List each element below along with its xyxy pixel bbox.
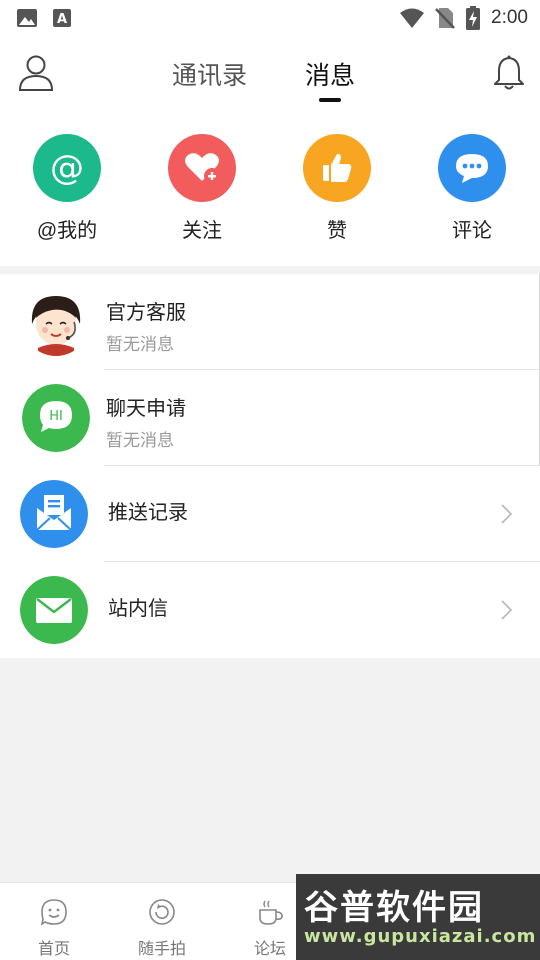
status-time: 2:00 [491, 7, 528, 28]
chevron-right-icon [501, 600, 513, 620]
quick-action-likes[interactable]: 赞 [282, 134, 392, 243]
at-icon: @ [33, 134, 101, 202]
conversation-title: 聊天申请 [106, 398, 186, 420]
chevron-right-icon [501, 504, 513, 524]
quick-action-label: 赞 [327, 220, 347, 242]
watermark-url: www.gupuxiazai.com [304, 926, 537, 947]
font-icon: A [53, 9, 71, 27]
entry-title: 站内信 [108, 598, 168, 620]
tab-contacts[interactable]: 通讯录 [172, 56, 247, 92]
quick-action-mentions[interactable]: @ @我的 [12, 134, 122, 243]
hi-chat-icon: HI [22, 384, 90, 452]
tab-messages[interactable]: 消息 [305, 56, 355, 92]
svg-text:HI: HI [49, 409, 63, 424]
quick-actions: @ @我的 关注 赞 评论 [0, 112, 540, 266]
quick-action-comments[interactable]: 评论 [417, 134, 527, 243]
user-profile-icon[interactable] [18, 54, 54, 92]
comment-icon [438, 134, 506, 202]
smile-bubble-icon [40, 899, 67, 926]
list-item-push-records[interactable]: 推送记录 [0, 466, 540, 562]
bottom-nav-label: 首页 [37, 941, 70, 958]
customer-service-avatar [22, 288, 90, 356]
nav-bar: 通讯录 消息 [0, 36, 540, 112]
list-item-site-mail[interactable]: 站内信 [0, 562, 540, 658]
quick-action-label: @我的 [36, 220, 98, 242]
push-record-icon [20, 480, 88, 548]
image-icon [17, 9, 37, 27]
message-list: 官方客服 暂无消息 HI 聊天申请 暂无消息 推送记录 站内信 [0, 274, 540, 658]
conversation-subtitle: 暂无消息 [106, 335, 174, 354]
watermark-text: 谷普软件园 [304, 888, 484, 928]
camera-refresh-icon [149, 899, 175, 925]
bottom-nav-home[interactable]: 首页 [14, 897, 94, 959]
bottom-nav-label: 随手拍 [137, 941, 186, 958]
heart-plus-icon [168, 134, 236, 202]
bell-icon[interactable] [492, 54, 526, 92]
list-item-chat-requests[interactable]: HI 聊天申请 暂无消息 [0, 370, 540, 466]
no-sim-icon [435, 8, 455, 29]
watermark-logo: 谷普软件园 www.gupuxiazai.com [296, 874, 540, 960]
entry-title: 推送记录 [108, 502, 188, 524]
coffee-cup-icon [259, 900, 283, 925]
wifi-icon [400, 8, 425, 28]
quick-action-label: 关注 [182, 220, 222, 242]
conversation-subtitle: 暂无消息 [106, 431, 174, 450]
status-bar: A 2:00 [0, 0, 540, 36]
battery-charging-icon [466, 6, 481, 30]
mail-icon [20, 576, 88, 644]
quick-action-label: 评论 [452, 220, 492, 242]
active-tab-indicator [319, 98, 341, 102]
thumbs-up-icon [303, 134, 371, 202]
conversation-title: 官方客服 [106, 302, 186, 324]
bottom-nav-snapshot[interactable]: 随手拍 [122, 897, 202, 959]
svg-text:A: A [57, 12, 67, 27]
list-item-customer-service[interactable]: 官方客服 暂无消息 [0, 274, 540, 370]
quick-action-follow[interactable]: 关注 [147, 134, 257, 243]
svg-text:@: @ [50, 148, 84, 188]
